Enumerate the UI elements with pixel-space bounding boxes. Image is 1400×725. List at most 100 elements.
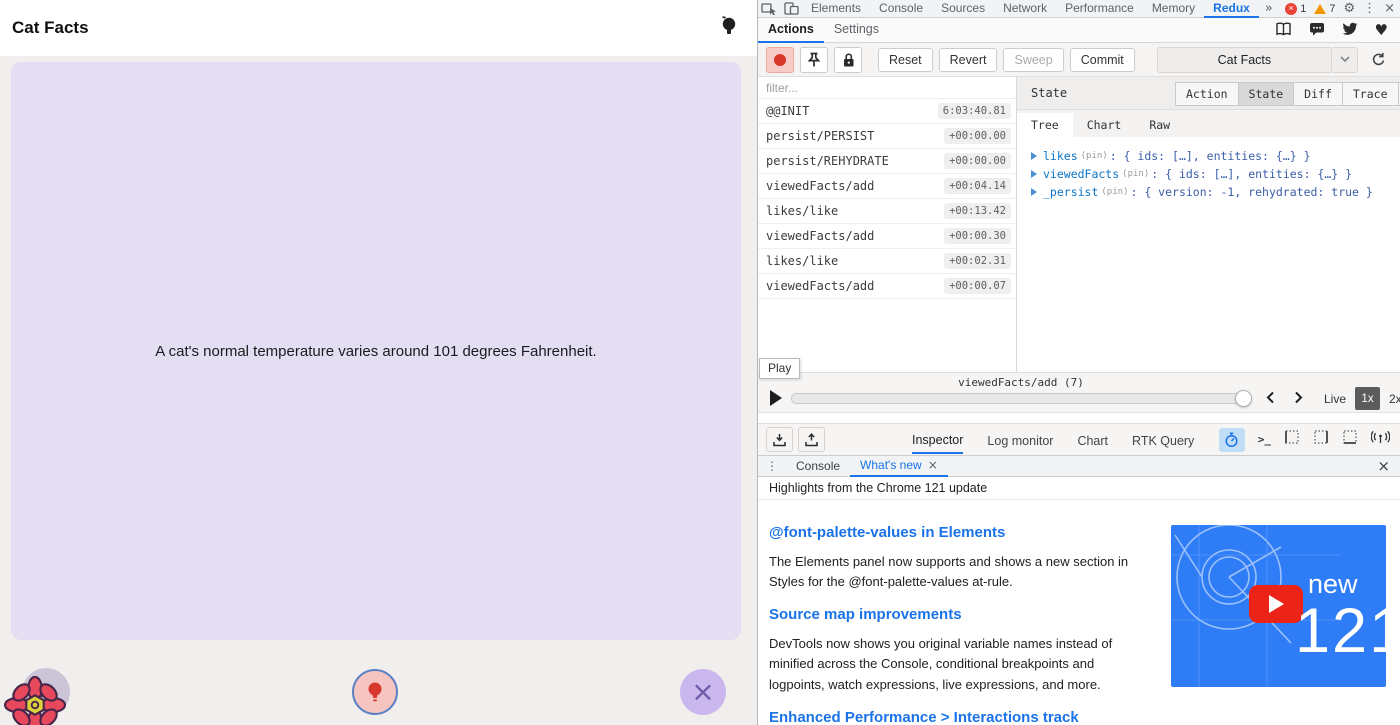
kebab-menu-icon[interactable]: ⋮ [1363, 2, 1376, 15]
article-link-performance[interactable]: Enhanced Performance > Interactions trac… [769, 709, 1147, 725]
tab-console[interactable]: Console [870, 0, 932, 18]
action-row[interactable]: viewedFacts/add +00:04.14 [758, 174, 1016, 199]
react-flower-icon[interactable] [4, 676, 66, 725]
close-tab-icon[interactable]: × [928, 455, 938, 475]
expand-arrow-icon[interactable] [1031, 188, 1037, 196]
close-drawer-icon[interactable]: × [1377, 459, 1400, 474]
pin-button[interactable] [800, 47, 828, 73]
lock-button[interactable] [834, 47, 862, 73]
tree-row-likes[interactable]: likes (pin) : { ids: […], entities: {…} … [1031, 147, 1400, 165]
state-inspector: State Action State Diff Trace Test Tree … [1017, 77, 1400, 372]
layout-left-icon[interactable] [1284, 429, 1300, 450]
warning-count[interactable]: 7 [1314, 3, 1335, 15]
settings-gear-icon[interactable]: ⚙ [1343, 2, 1355, 15]
record-button[interactable] [766, 47, 794, 73]
action-row[interactable]: viewedFacts/add +00:00.07 [758, 274, 1016, 299]
instance-select[interactable]: Cat Facts [1157, 47, 1332, 73]
drawer-tab-console[interactable]: Console [786, 456, 850, 477]
layout-right-icon[interactable] [1313, 429, 1329, 450]
close-devtools-icon[interactable]: × [1384, 2, 1395, 15]
reload-instance-icon[interactable] [1364, 47, 1392, 73]
stopwatch-icon [1224, 432, 1239, 448]
tab-redux[interactable]: Redux [1204, 0, 1259, 18]
live-button[interactable]: Live [1324, 392, 1346, 406]
docs-book-icon[interactable] [1275, 22, 1292, 39]
app-title: Cat Facts [12, 18, 89, 38]
close-icon: × [691, 678, 714, 706]
tab-performance[interactable]: Performance [1056, 0, 1143, 18]
dismiss-fact-button[interactable]: × [680, 669, 726, 715]
drawer-tab-whats-new[interactable]: What's new × [850, 456, 948, 477]
export-state-button[interactable] [766, 427, 793, 452]
step-forward-icon[interactable] [1294, 391, 1303, 409]
import-state-button[interactable] [798, 427, 825, 452]
tree-row-viewedfacts[interactable]: viewedFacts (pin) : { ids: […], entities… [1031, 165, 1400, 183]
layout-bottom-icon[interactable] [1342, 429, 1358, 450]
action-row[interactable]: persist/PERSIST +00:00.00 [758, 124, 1016, 149]
redux-tab-settings[interactable]: Settings [824, 18, 889, 43]
action-timestamp: +00:00.30 [944, 228, 1011, 244]
article-link-font-palette[interactable]: @font-palette-values in Elements [769, 524, 1147, 541]
drawer-kebab-icon[interactable]: ⋮ [758, 460, 786, 472]
play-button[interactable] [770, 390, 782, 406]
monitor-tab-inspector[interactable]: Inspector [912, 426, 963, 454]
view-action-button[interactable]: Action [1175, 82, 1239, 106]
inspector-title: State [1017, 86, 1067, 100]
devtools-tab-bar: Elements Console Sources Network Perform… [758, 0, 1400, 18]
feedback-bubble-icon[interactable] [1309, 22, 1325, 39]
lightbulb-icon[interactable] [717, 13, 739, 44]
article-link-source-map[interactable]: Source map improvements [769, 606, 1147, 623]
monitor-tab-rtk-query[interactable]: RTK Query [1132, 427, 1194, 453]
cat-facts-app: Cat Facts A cat's normal temperature var… [0, 0, 757, 725]
stopwatch-button[interactable] [1219, 428, 1245, 452]
subtab-chart[interactable]: Chart [1073, 113, 1136, 137]
instance-chevron-down-icon[interactable] [1332, 47, 1358, 73]
more-tabs-icon[interactable]: » [1259, 2, 1279, 15]
monitor-tab-log-monitor[interactable]: Log monitor [987, 427, 1053, 453]
action-timestamp: +00:02.31 [944, 253, 1011, 269]
commit-button[interactable]: Commit [1070, 48, 1135, 72]
device-toolbar-icon[interactable] [780, 0, 802, 18]
monitor-tab-chart[interactable]: Chart [1077, 427, 1108, 453]
action-row[interactable]: persist/REHYDRATE +00:00.00 [758, 149, 1016, 174]
action-row[interactable]: viewedFacts/add +00:00.30 [758, 224, 1016, 249]
view-trace-button[interactable]: Trace [1342, 82, 1399, 106]
play-triangle-icon [1269, 595, 1284, 613]
view-state-button[interactable]: State [1238, 82, 1295, 106]
reset-button[interactable]: Reset [878, 48, 933, 72]
error-icon: × [1285, 3, 1297, 15]
tab-memory[interactable]: Memory [1143, 0, 1204, 18]
dispatcher-terminal-icon[interactable]: >_ [1258, 433, 1271, 446]
revert-button[interactable]: Revert [939, 48, 998, 72]
redux-tab-actions[interactable]: Actions [758, 18, 824, 43]
twitter-bird-icon[interactable] [1342, 22, 1358, 39]
action-row[interactable]: @@INIT 6:03:40.81 [758, 99, 1016, 124]
playback-slider-thumb[interactable] [1235, 390, 1252, 407]
sweep-button[interactable]: Sweep [1003, 48, 1063, 72]
subtab-raw[interactable]: Raw [1135, 113, 1184, 137]
remote-broadcast-icon[interactable] [1371, 430, 1390, 450]
step-back-icon[interactable] [1266, 391, 1275, 409]
lock-icon [841, 52, 856, 68]
tab-elements[interactable]: Elements [802, 0, 870, 18]
action-row[interactable]: likes/like +00:13.42 [758, 199, 1016, 224]
inspect-element-icon[interactable] [758, 0, 780, 18]
action-row[interactable]: likes/like +00:02.31 [758, 249, 1016, 274]
new-fact-button[interactable] [352, 669, 398, 715]
speed-2x-button[interactable]: 2x [1389, 392, 1400, 406]
error-count[interactable]: × 1 [1285, 3, 1306, 15]
filter-input[interactable] [758, 77, 1016, 99]
whats-new-articles: @font-palette-values in Elements The Ele… [769, 524, 1147, 725]
tab-sources[interactable]: Sources [932, 0, 994, 18]
expand-arrow-icon[interactable] [1031, 170, 1037, 178]
speed-1x-button[interactable]: 1x [1355, 387, 1380, 410]
view-diff-button[interactable]: Diff [1293, 82, 1343, 106]
tree-row-persist[interactable]: _persist (pin) : { version: -1, rehydrat… [1031, 183, 1400, 201]
heart-icon[interactable]: ♥ [1375, 23, 1388, 38]
redux-main: @@INIT 6:03:40.81 persist/PERSIST +00:00… [758, 77, 1400, 372]
expand-arrow-icon[interactable] [1031, 152, 1037, 160]
video-thumbnail[interactable]: new 121 [1171, 525, 1386, 687]
playback-slider[interactable] [791, 393, 1251, 404]
subtab-tree[interactable]: Tree [1017, 113, 1073, 137]
tab-network[interactable]: Network [994, 0, 1056, 18]
